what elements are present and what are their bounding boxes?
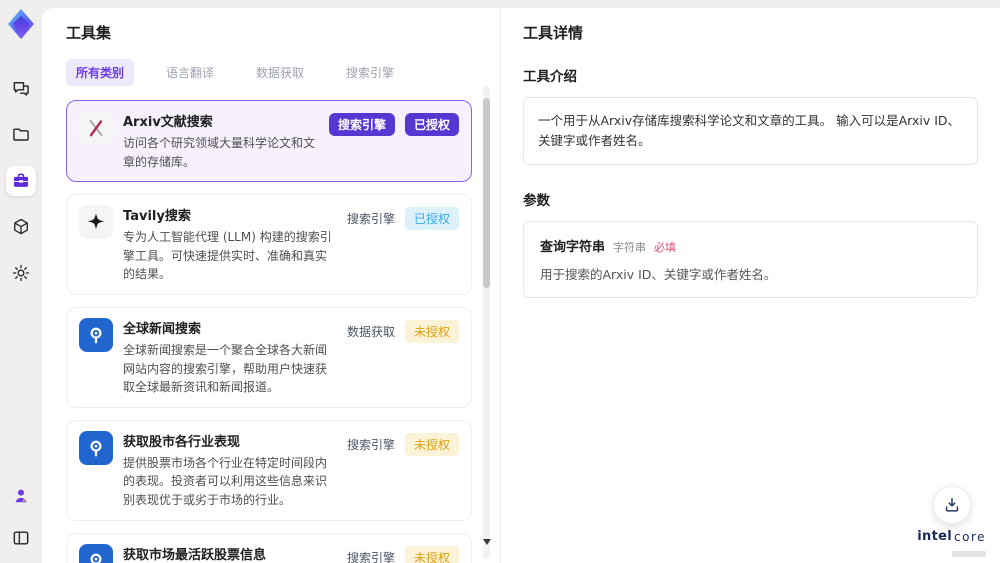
- intro-heading: 工具介绍: [523, 69, 577, 85]
- category-label: 搜索引擎: [346, 550, 395, 563]
- juhe-data-icon: [79, 317, 113, 352]
- authorized-badge: 已授权: [404, 113, 459, 136]
- tool-description: 全球新闻搜索是一个聚合全球各大新闻网站内容的搜索引擎，帮助用户快速获取全球最新资…: [123, 342, 328, 395]
- tool-info: 获取股市各行业表现 提供股票市场各个行业在特定时间段内的表现。投资者可以利用这些…: [123, 431, 337, 510]
- parameter-name: 查询字符串: [540, 240, 606, 255]
- app-logo-icon: [5, 8, 37, 40]
- category-label: 数据获取: [346, 324, 395, 339]
- required-badge: 必填: [654, 241, 677, 254]
- params-heading: 参数: [523, 193, 550, 209]
- tool-detail-panel: 工具详情 工具介绍 一个用于从Arxiv存储库搜索科学论文和文章的工具。 输入可…: [500, 8, 1000, 563]
- tool-tags: 搜索引擎 未授权: [347, 431, 459, 510]
- scrollbar-down-arrow-icon[interactable]: [483, 539, 491, 545]
- tool-tags: 搜索引擎 已授权: [328, 111, 459, 171]
- tab-language-translation[interactable]: 语言翻译: [156, 59, 224, 86]
- user-avatar-icon[interactable]: [6, 481, 36, 511]
- toolbox-icon[interactable]: [6, 166, 36, 196]
- app-window: 工具集 所有类别 语言翻译 数据获取 搜索引擎 Arxiv文献搜索 访问各个研究…: [0, 0, 1000, 563]
- list-scrollbar[interactable]: [483, 86, 491, 559]
- category-badge: 搜索引擎: [328, 113, 395, 136]
- intel-core-logo: intel core: [917, 529, 986, 544]
- tool-name: 获取股市各行业表现: [123, 434, 241, 450]
- main-content: 工具集 所有类别 语言翻译 数据获取 搜索引擎 Arxiv文献搜索 访问各个研究…: [42, 8, 1000, 563]
- tool-info: 全球新闻搜索 全球新闻搜索是一个聚合全球各大新闻网站内容的搜索引擎，帮助用户快速…: [123, 318, 337, 397]
- tab-search-engine[interactable]: 搜索引擎: [336, 59, 404, 86]
- chat-icon[interactable]: [6, 74, 36, 104]
- tavily-star-icon: [79, 205, 113, 240]
- download-icon: [945, 498, 958, 512]
- tool-name: Arxiv文献搜索: [123, 115, 213, 130]
- unauthorized-badge: 未授权: [404, 545, 459, 563]
- tool-info: Arxiv文献搜索 访问各个研究领域大量科学论文和文章的存储库。: [123, 111, 319, 171]
- category-label: 搜索引擎: [346, 437, 395, 452]
- juhe-data-icon: [79, 543, 113, 563]
- parameter-type: 字符串: [613, 241, 647, 254]
- detail-title: 工具详情: [523, 24, 584, 42]
- settings-gear-icon[interactable]: [6, 258, 36, 288]
- tool-name: 获取市场最活跃股票信息: [123, 547, 267, 563]
- tool-tags: 数据获取 未授权: [347, 318, 459, 397]
- tool-card-stock-sector[interactable]: 获取股市各行业表现 提供股票市场各个行业在特定时间段内的表现。投资者可以利用这些…: [66, 419, 472, 521]
- juhe-data-icon: [79, 430, 113, 465]
- tool-card-global-news[interactable]: 全球新闻搜索 全球新闻搜索是一个聚合全球各大新闻网站内容的搜索引擎，帮助用户快速…: [66, 306, 472, 408]
- tool-name: 全球新闻搜索: [123, 321, 202, 337]
- tool-info: 获取市场最活跃股票信息 提供当天交易量最高的股票列表。投资者可以利用这些信息来识…: [123, 544, 337, 563]
- category-label: 搜索引擎: [346, 212, 395, 227]
- tool-tags: 搜索引擎 未授权: [347, 544, 459, 563]
- tool-card-arxiv[interactable]: Arxiv文献搜索 访问各个研究领域大量科学论文和文章的存储库。 搜索引擎 已授…: [66, 100, 472, 183]
- scrollbar-thumb[interactable]: [483, 98, 490, 288]
- unauthorized-badge: 未授权: [404, 319, 459, 343]
- unauthorized-badge: 未授权: [404, 432, 459, 456]
- core-wordmark: core: [954, 530, 986, 544]
- parameter-card: 查询字符串 字符串 必填 用于搜索的Arxiv ID、关键字或作者姓名。: [523, 221, 978, 298]
- folder-icon[interactable]: [6, 120, 36, 150]
- page-title: 工具集: [66, 24, 112, 42]
- parameter-description: 用于搜索的Arxiv ID、关键字或作者姓名。: [540, 267, 777, 282]
- category-tabs: 所有类别 语言翻译 数据获取 搜索引擎: [66, 59, 472, 86]
- sidebar-nav: [6, 74, 36, 288]
- tool-info: Tavily搜索 专为人工智能代理 (LLM) 构建的搜索引擎工具。可快速提供实…: [123, 205, 337, 284]
- sidebar-bottom: [6, 481, 36, 553]
- tool-name: Tavily搜索: [123, 209, 191, 225]
- tool-list-panel: 工具集 所有类别 语言翻译 数据获取 搜索引擎 Arxiv文献搜索 访问各个研究…: [42, 8, 500, 563]
- corner-widget: intel core: [917, 486, 986, 557]
- parameter-header: 查询字符串 字符串 必填: [540, 236, 961, 255]
- tool-tags: 搜索引擎 已授权: [347, 205, 459, 284]
- intel-wordmark: intel: [917, 529, 952, 544]
- tool-card-active-stocks[interactable]: 获取市场最活跃股票信息 提供当天交易量最高的股票列表。投资者可以利用这些信息来识…: [66, 532, 472, 563]
- arxiv-icon: [79, 111, 113, 145]
- tab-data-acquisition[interactable]: 数据获取: [246, 59, 314, 86]
- download-button[interactable]: [932, 486, 971, 524]
- tool-card-tavily[interactable]: Tavily搜索 专为人工智能代理 (LLM) 构建的搜索引擎工具。可快速提供实…: [66, 194, 472, 295]
- cube-icon[interactable]: [6, 212, 36, 242]
- tool-description: 访问各个研究领域大量科学论文和文章的存储库。: [123, 136, 316, 169]
- tab-all-categories[interactable]: 所有类别: [66, 59, 135, 86]
- tool-card-list: Arxiv文献搜索 访问各个研究领域大量科学论文和文章的存储库。 搜索引擎 已授…: [66, 100, 472, 563]
- tool-intro-text: 一个用于从Arxiv存储库搜索科学论文和文章的工具。 输入可以是Arxiv ID…: [523, 97, 978, 165]
- tool-description: 专为人工智能代理 (LLM) 构建的搜索引擎工具。可快速提供实时、准确和真实的结…: [123, 230, 332, 282]
- intel-logo-sub-badge: [952, 551, 986, 557]
- authorized-badge: 已授权: [404, 207, 459, 231]
- sidebar: [0, 0, 42, 563]
- collapse-panel-icon[interactable]: [6, 523, 36, 553]
- tool-description: 提供股票市场各个行业在特定时间段内的表现。投资者可以利用这些信息来识别表现优于或…: [123, 455, 328, 507]
